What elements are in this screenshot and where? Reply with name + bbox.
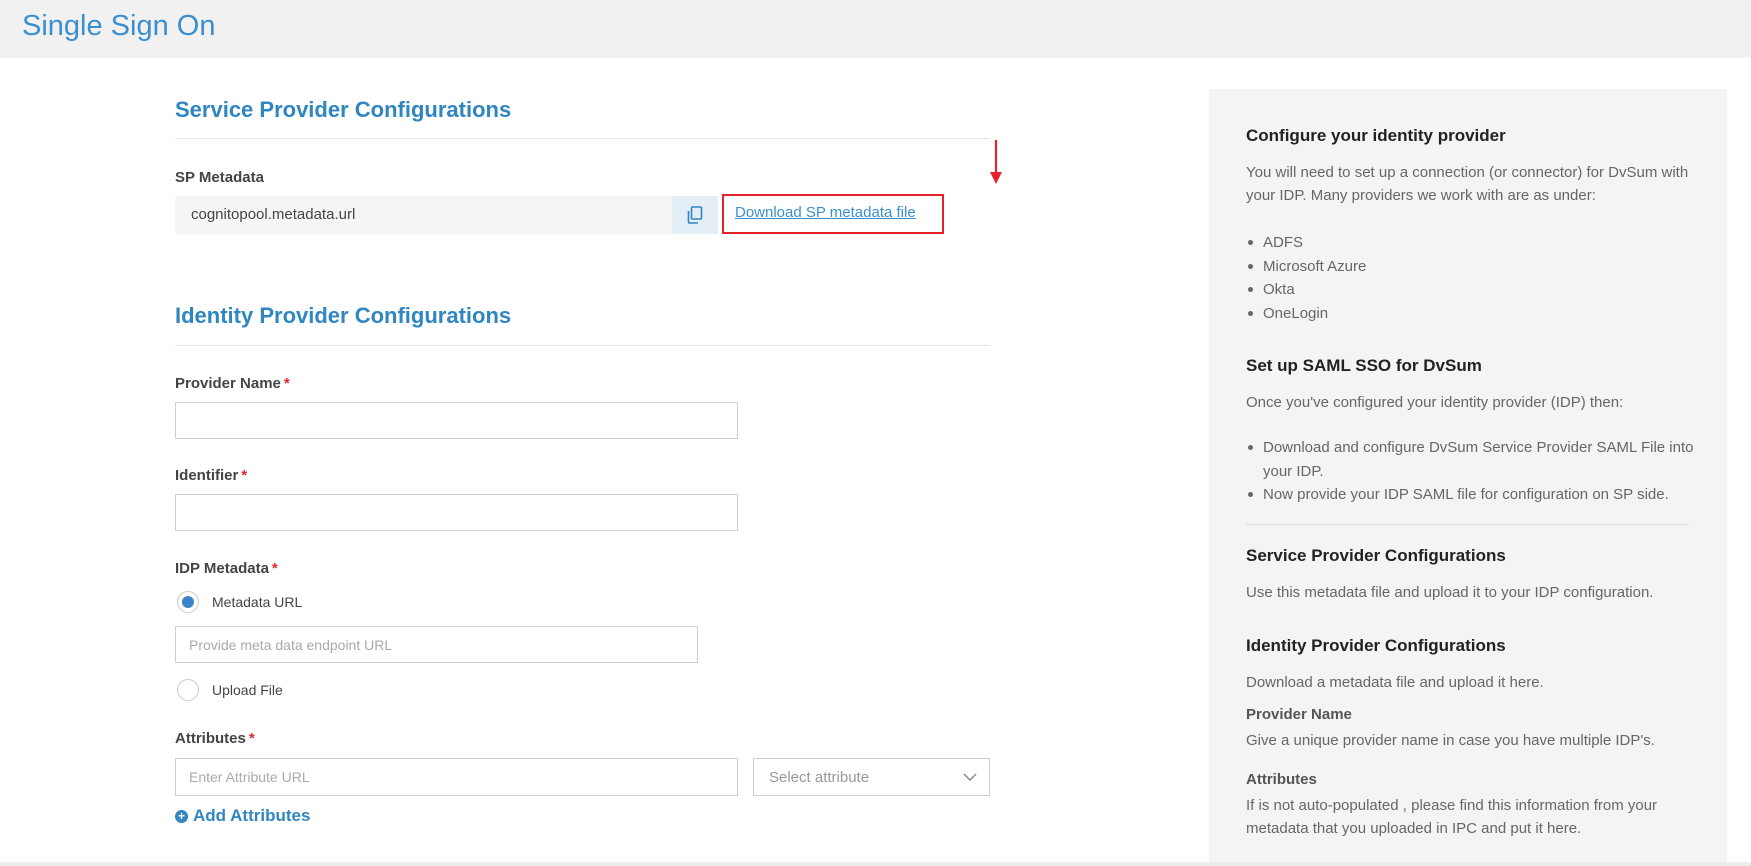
help-attributes-title: Attributes — [1246, 771, 1317, 788]
add-attributes-button[interactable]: + Add Attributes — [175, 806, 310, 826]
list-item: ADFS — [1246, 231, 1696, 255]
copy-icon — [687, 206, 703, 224]
divider — [175, 138, 990, 139]
help-saml-text: Once you've configured your identity pro… — [1246, 394, 1624, 411]
upload-file-radio[interactable] — [177, 679, 199, 701]
list-item: Okta — [1246, 278, 1696, 302]
chevron-down-icon — [963, 773, 977, 782]
sp-metadata-value: cognitopool.metadata.url — [191, 206, 356, 223]
help-configure-text: You will need to set up a connection (or… — [1246, 164, 1689, 204]
service-provider-title: Service Provider Configurations — [175, 97, 512, 122]
help-provider-name-title: Provider Name — [1246, 706, 1352, 723]
idp-metadata-label: IDP Metadata * — [175, 560, 278, 577]
attribute-select-value: Select attribute — [769, 769, 870, 786]
attributes-label: Attributes * — [175, 730, 255, 747]
list-item: OneLogin — [1246, 302, 1696, 326]
download-sp-metadata-link[interactable]: Download SP metadata file — [735, 204, 916, 221]
attribute-url-input[interactable] — [175, 758, 738, 796]
annotation-arrow-icon — [990, 140, 1002, 184]
upload-file-label[interactable]: Upload File — [212, 682, 283, 698]
help-panel: Configure your identity provider You wil… — [1209, 89, 1727, 866]
help-idp-text: Download a metadata file and upload it h… — [1246, 674, 1544, 691]
metadata-url-radio[interactable] — [177, 591, 199, 613]
help-sp-text: Use this metadata file and upload it to … — [1246, 584, 1654, 601]
bottom-border — [0, 862, 1751, 866]
identity-provider-title: Identity Provider Configurations — [175, 303, 512, 328]
list-item: Now provide your IDP SAML file for confi… — [1246, 483, 1696, 507]
identifier-input[interactable] — [175, 494, 738, 531]
list-item: Microsoft Azure — [1246, 255, 1696, 279]
sp-metadata-label: SP Metadata — [175, 169, 264, 186]
divider — [175, 345, 990, 346]
metadata-url-label[interactable]: Metadata URL — [212, 594, 302, 610]
attribute-select[interactable]: Select attribute — [753, 758, 990, 796]
page-header: Single Sign On — [0, 0, 1751, 58]
provider-name-input[interactable] — [175, 402, 738, 439]
identifier-label: Identifier * — [175, 467, 248, 484]
metadata-url-input[interactable] — [175, 626, 698, 663]
provider-name-label: Provider Name * — [175, 375, 290, 392]
help-idp-title: Identity Provider Configurations — [1246, 636, 1506, 655]
plus-circle-icon: + — [175, 809, 188, 823]
saml-steps-list: Download and configure DvSum Service Pro… — [1246, 436, 1696, 507]
help-sp-title: Service Provider Configurations — [1246, 546, 1506, 565]
page-title: Single Sign On — [22, 10, 216, 42]
provider-list: ADFS Microsoft Azure Okta OneLogin — [1246, 231, 1696, 325]
help-saml-title: Set up SAML SSO for DvSum — [1246, 356, 1482, 375]
add-attributes-label: Add Attributes — [193, 806, 311, 825]
list-item: Download and configure DvSum Service Pro… — [1246, 436, 1696, 483]
divider — [1246, 524, 1689, 525]
help-provider-name-text: Give a unique provider name in case you … — [1246, 732, 1655, 749]
sp-metadata-field: cognitopool.metadata.url — [175, 196, 718, 234]
help-attributes-text: If is not auto-populated , please find t… — [1246, 797, 1658, 837]
help-configure-title: Configure your identity provider — [1246, 126, 1506, 145]
copy-button[interactable] — [672, 196, 718, 234]
